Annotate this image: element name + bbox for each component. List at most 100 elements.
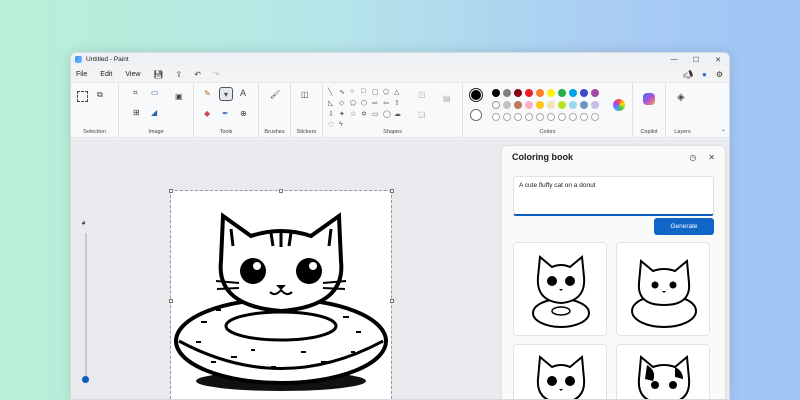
ribbon-collapse-icon[interactable]: ⌄ [721,127,726,133]
oval-shape-icon[interactable]: ○ [350,88,361,96]
color-swatch-3[interactable] [514,89,522,97]
lightning-shape-icon[interactable]: ϟ [339,121,350,129]
color-swatch-6[interactable] [547,89,555,97]
result-thumbnail-3[interactable] [513,344,607,399]
prompt-input[interactable]: A cute fluffy cat on a donut [513,176,714,216]
image-icon[interactable]: ▣ [175,93,183,101]
triangle-shape-icon[interactable]: △ [394,88,405,96]
resize-icon[interactable]: ▭ [151,89,159,97]
custom-color-slot[interactable] [503,113,511,121]
color-swatch-8[interactable] [569,89,577,97]
result-thumbnail-2[interactable] [616,242,710,336]
sticker-icon[interactable]: ◫ [301,91,309,99]
resize-handle-right[interactable] [390,299,394,303]
menu-edit[interactable]: Edit [100,71,112,78]
custom-color-slot[interactable] [514,113,522,121]
drawing-canvas[interactable] [170,190,392,399]
color-swatch-7[interactable] [558,89,566,97]
image-select-icon[interactable]: ⧉ [97,91,103,99]
megaphone-icon[interactable]: 📣︎ [683,70,693,79]
callout-rect-shape-icon[interactable]: ▭ [372,110,383,118]
callout-oval-shape-icon[interactable]: ◯ [383,110,394,118]
color-swatch-1[interactable] [492,89,500,97]
copilot-icon[interactable] [643,93,655,105]
fill-bucket-icon[interactable]: ▾ [219,87,233,101]
crop-icon[interactable]: ⌗ [133,89,138,97]
custom-color-slot[interactable] [536,113,544,121]
star-six-shape-icon[interactable]: ✡ [361,110,372,118]
rotate-icon[interactable]: ◢ [151,109,157,117]
primary-color-swatch[interactable] [469,88,483,102]
rectangle-shape-icon[interactable]: □ [361,88,372,96]
color-picker-icon[interactable]: ✒ [222,110,229,118]
maximize-button[interactable]: ☐ [685,56,707,64]
pencil-icon[interactable]: ✎ [204,90,211,98]
remove-background-icon[interactable]: ⊞ [133,109,140,117]
color-swatch-12[interactable] [503,101,511,109]
custom-color-slot[interactable] [580,113,588,121]
curve-shape-icon[interactable]: ∿ [339,88,350,96]
outline-icon[interactable]: ◳ [418,91,426,99]
shapes-gallery[interactable]: ╲ ∿ ○ □ ▢ ⬠ △ ◺ ◇ ⬠ ⬡ ⇨ ⇦ ⇧ ⇩ ✦ ☆ ✡ ▭ ◯ ☁ ♡ ϟ [328,88,405,129]
custom-color-slot[interactable] [492,113,500,121]
cloud-shape-icon[interactable]: ☁ [394,110,405,118]
resize-handle-top-left[interactable] [169,189,173,193]
profile-icon[interactable]: ● [702,70,707,79]
settings-icon[interactable]: ⚙ [716,70,723,79]
color-swatch-9[interactable] [580,89,588,97]
layers-icon[interactable]: ◈ [677,93,685,103]
left-arrow-shape-icon[interactable]: ⇦ [383,99,394,107]
pentagon-shape-icon[interactable]: ⬠ [350,99,361,107]
color-swatch-14[interactable] [525,101,533,109]
heart-shape-icon[interactable]: ♡ [328,121,339,129]
brush-icon[interactable]: 🖌︎ [270,91,280,99]
magnifier-icon[interactable]: ⊕ [240,110,247,118]
color-swatch-10[interactable] [591,89,599,97]
close-button[interactable]: ✕ [707,56,729,64]
generate-button[interactable]: Generate [654,218,714,235]
color-swatch-17[interactable] [558,101,566,109]
shape-size-icon[interactable]: ▤ [443,95,451,103]
menu-file[interactable]: File [76,71,87,78]
slider-track[interactable] [85,233,87,378]
menu-view[interactable]: View [125,71,140,78]
resize-handle-left[interactable] [169,299,173,303]
panel-close-icon[interactable]: ✕ [708,153,715,162]
custom-color-slot[interactable] [525,113,533,121]
color-swatch-5[interactable] [536,89,544,97]
custom-color-slot[interactable] [547,113,555,121]
color-swatch-2[interactable] [503,89,511,97]
undo-icon[interactable]: ↶ [194,70,201,79]
rectangle-select-icon[interactable] [77,91,88,102]
redo-icon[interactable]: ↷ [213,70,220,79]
color-swatch-18[interactable] [569,101,577,109]
right-triangle-shape-icon[interactable]: ◺ [328,99,339,107]
custom-color-slots[interactable] [492,113,602,121]
color-swatch-15[interactable] [536,101,544,109]
brush-size-slider[interactable]: ◕ [81,219,91,389]
history-icon[interactable]: ◷ [689,153,696,162]
color-palette[interactable] [492,89,602,109]
down-arrow-shape-icon[interactable]: ⇩ [328,110,339,118]
text-tool-icon[interactable]: A [240,89,246,98]
polygon-shape-icon[interactable]: ⬠ [383,88,394,96]
secondary-color-swatch[interactable] [470,109,482,121]
result-thumbnail-1[interactable] [513,242,607,336]
custom-color-slot[interactable] [591,113,599,121]
line-shape-icon[interactable]: ╲ [328,88,339,96]
rounded-rectangle-shape-icon[interactable]: ▢ [372,88,383,96]
star-four-shape-icon[interactable]: ✦ [339,110,350,118]
right-arrow-shape-icon[interactable]: ⇨ [372,99,383,107]
resize-handle-top-right[interactable] [390,189,394,193]
minimize-button[interactable]: — [663,56,685,63]
share-icon[interactable]: ⇪ [176,70,183,79]
color-swatch-11[interactable] [492,101,500,109]
custom-color-slot[interactable] [558,113,566,121]
color-swatch-13[interactable] [514,101,522,109]
star-five-shape-icon[interactable]: ☆ [350,110,361,118]
color-swatch-20[interactable] [591,101,599,109]
resize-handle-top[interactable] [279,189,283,193]
diamond-shape-icon[interactable]: ◇ [339,99,350,107]
eraser-icon[interactable]: ◆ [204,110,210,118]
custom-color-slot[interactable] [569,113,577,121]
